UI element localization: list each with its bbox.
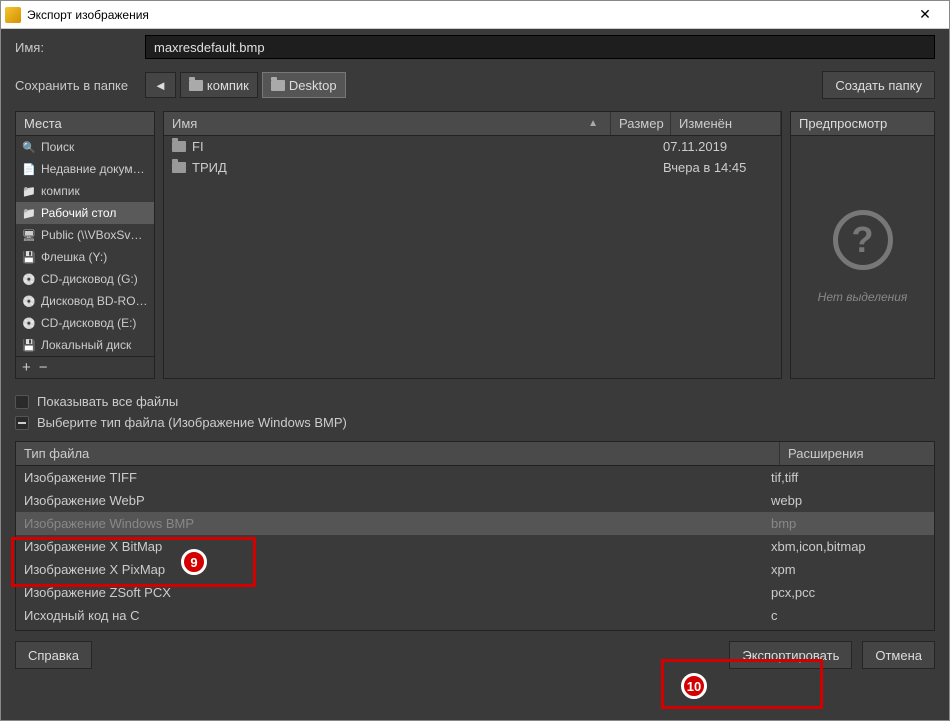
ic-cd — [22, 272, 36, 286]
place-item-2[interactable]: компик — [16, 180, 154, 202]
ic-search — [22, 140, 36, 154]
preview-header: Предпросмотр — [791, 112, 934, 136]
close-button[interactable]: ✕ — [905, 2, 945, 28]
show-all-checkbox[interactable] — [15, 395, 29, 409]
place-item-1[interactable]: Недавние докум… — [16, 158, 154, 180]
type-row-1[interactable]: Изображение WebPwebp — [16, 489, 934, 512]
places-header: Места — [16, 112, 154, 136]
question-icon: ? — [833, 210, 893, 270]
place-item-8[interactable]: CD-дисковод (E:) — [16, 312, 154, 334]
folder-icon — [172, 141, 186, 152]
no-selection-text: Нет выделения — [818, 290, 908, 304]
export-button[interactable]: Экспортировать — [729, 641, 852, 669]
type-row-5[interactable]: Изображение ZSoft PCXpcx,pcc — [16, 581, 934, 604]
place-item-5[interactable]: Флешка (Y:) — [16, 246, 154, 268]
file-type-table: Тип файла Расширения Изображение TIFFtif… — [15, 441, 935, 631]
place-item-9[interactable]: Локальный диск — [16, 334, 154, 356]
type-row-6[interactable]: Исходный код на Cc — [16, 604, 934, 627]
ic-doc — [22, 162, 36, 176]
file-row-0[interactable]: FI07.11.2019 — [164, 136, 781, 157]
select-type-label: Выберите тип файла (Изображение Windows … — [37, 415, 347, 430]
type-column-header[interactable]: Тип файла — [16, 442, 779, 465]
place-item-0[interactable]: Поиск — [16, 136, 154, 158]
path-back-button[interactable]: ◄ — [145, 72, 176, 98]
show-all-label: Показывать все файлы — [37, 394, 178, 409]
create-folder-button[interactable]: Создать папку — [822, 71, 935, 99]
chevron-left-icon: ◄ — [154, 78, 167, 93]
sort-ascending-icon: ▲ — [588, 118, 598, 129]
type-row-2[interactable]: Изображение Windows BMPbmp — [16, 512, 934, 535]
annotation-badge-10: 10 — [681, 673, 707, 699]
folder-icon — [172, 162, 186, 173]
column-modified-header[interactable]: Изменён — [671, 112, 781, 135]
help-button[interactable]: Справка — [15, 641, 92, 669]
name-label: Имя: — [15, 40, 135, 55]
folder-icon — [271, 80, 285, 91]
places-remove-button[interactable]: − — [39, 359, 48, 376]
path-crumb-0[interactable]: компик — [180, 72, 258, 98]
preview-panel: Предпросмотр ? Нет выделения — [790, 111, 935, 379]
filename-input[interactable] — [145, 35, 935, 59]
cancel-button[interactable]: Отмена — [862, 641, 935, 669]
type-row-4[interactable]: Изображение X PixMapxpm — [16, 558, 934, 581]
column-name-header[interactable]: Имя ▲ — [164, 112, 611, 135]
ic-cd — [22, 294, 36, 308]
ic-folder — [22, 184, 36, 198]
place-item-6[interactable]: CD-дисковод (G:) — [16, 268, 154, 290]
type-row-3[interactable]: Изображение X BitMapxbm,icon,bitmap — [16, 535, 934, 558]
folder-icon — [189, 80, 203, 91]
places-add-button[interactable]: + — [22, 359, 31, 376]
export-dialog: Экспорт изображения ✕ Имя: Сохранить в п… — [0, 0, 950, 721]
path-crumb-1[interactable]: Desktop — [262, 72, 346, 98]
titlebar: Экспорт изображения ✕ — [1, 1, 949, 29]
save-in-label: Сохранить в папке — [15, 78, 135, 93]
ic-folder — [22, 206, 36, 220]
app-icon — [5, 7, 21, 23]
ext-column-header[interactable]: Расширения — [779, 442, 934, 465]
ic-net — [22, 228, 36, 242]
place-item-7[interactable]: Дисковод BD-RO… — [16, 290, 154, 312]
file-row-1[interactable]: ТРИДВчера в 14:45 — [164, 157, 781, 178]
select-type-expander[interactable] — [15, 416, 29, 430]
ic-drive — [22, 338, 36, 352]
file-list-panel: Имя ▲ Размер Изменён FI07.11.2019ТРИДВче… — [163, 111, 782, 379]
type-row-0[interactable]: Изображение TIFFtif,tiff — [16, 466, 934, 489]
ic-cd — [22, 316, 36, 330]
window-title: Экспорт изображения — [27, 8, 905, 22]
column-size-header[interactable]: Размер — [611, 112, 671, 135]
places-panel: Места ПоискНедавние докум…компикРабочий … — [15, 111, 155, 379]
place-item-3[interactable]: Рабочий стол — [16, 202, 154, 224]
place-item-4[interactable]: Public (\\VBoxSv… — [16, 224, 154, 246]
ic-drive — [22, 250, 36, 264]
annotation-badge-9: 9 — [181, 549, 207, 575]
